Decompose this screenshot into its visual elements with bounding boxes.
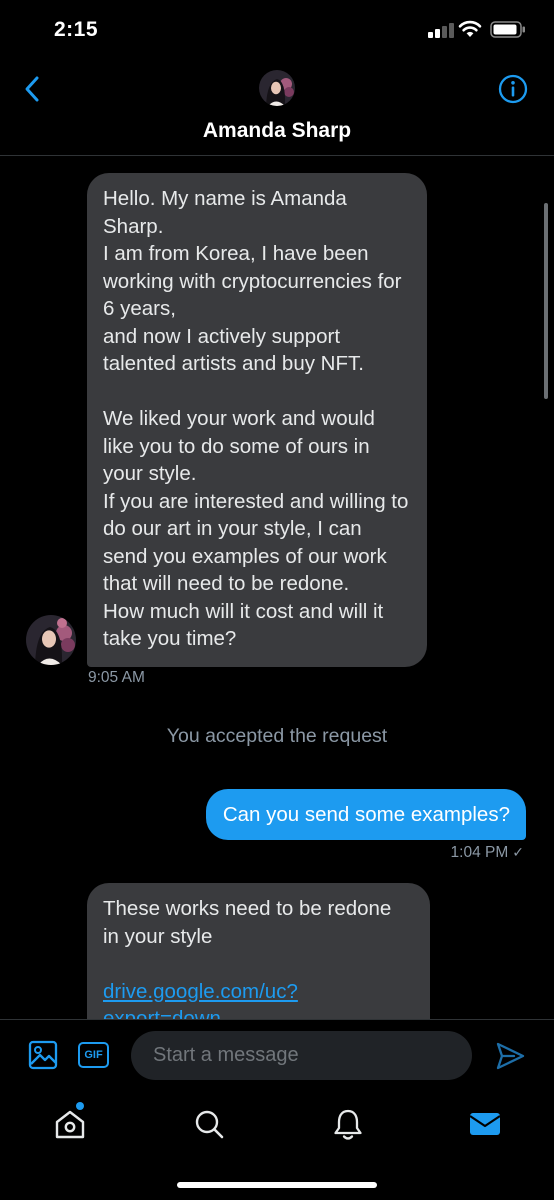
conversation-header: Amanda Sharp [0, 60, 554, 156]
wifi-icon [458, 20, 482, 37]
message-link[interactable]: export=down [103, 1005, 414, 1019]
dm-conversation-screen: 2:15 Amanda Sharp Hello. My name is Aman… [0, 0, 554, 1200]
line-spacer [103, 950, 414, 978]
message-text: These works need to be redone [103, 897, 392, 920]
battery-icon [490, 21, 525, 38]
timestamp-text: 1:04 PM [450, 844, 509, 861]
outgoing-message-bubble[interactable]: Can you send some examples? [205, 789, 526, 840]
cellular-signal-icon [428, 22, 454, 38]
info-circle-icon[interactable] [498, 74, 528, 104]
chevron-left-icon[interactable] [18, 74, 48, 104]
search-icon[interactable] [191, 1106, 227, 1142]
avatar[interactable] [259, 70, 295, 106]
home-indicator [177, 1182, 377, 1188]
mail-icon[interactable] [467, 1106, 503, 1142]
bell-icon[interactable] [330, 1106, 366, 1142]
bottom-tab-bar [0, 1094, 554, 1200]
message-list[interactable]: Hello. My name is Amanda Sharp. I am fro… [0, 157, 554, 1019]
gif-button[interactable]: GIF [78, 1042, 109, 1068]
message-timestamp: 1:04 PM ✓ [451, 844, 524, 862]
status-time: 2:15 [54, 18, 99, 41]
scrollbar[interactable] [544, 203, 548, 399]
home-icon[interactable] [52, 1106, 88, 1142]
message-input[interactable] [131, 1031, 472, 1080]
incoming-message-bubble[interactable]: These works need to be redone in your st… [87, 883, 430, 1019]
request-accepted-note: You accepted the request [166, 725, 388, 747]
send-icon[interactable] [494, 1040, 526, 1072]
checkmark-icon: ✓ [512, 844, 524, 860]
message-link[interactable]: drive.google.com/uc? [103, 978, 414, 1006]
incoming-message-bubble[interactable]: Hello. My name is Amanda Sharp. I am fro… [87, 173, 427, 667]
avatar[interactable] [26, 615, 76, 665]
message-text: in your style [103, 924, 213, 948]
image-icon[interactable] [28, 1040, 58, 1070]
notification-dot [76, 1102, 84, 1110]
message-timestamp: 9:05 AM [88, 669, 145, 686]
contact-name[interactable]: Amanda Sharp [0, 119, 554, 143]
status-bar: 2:15 [0, 0, 554, 60]
message-composer: GIF [0, 1019, 554, 1094]
